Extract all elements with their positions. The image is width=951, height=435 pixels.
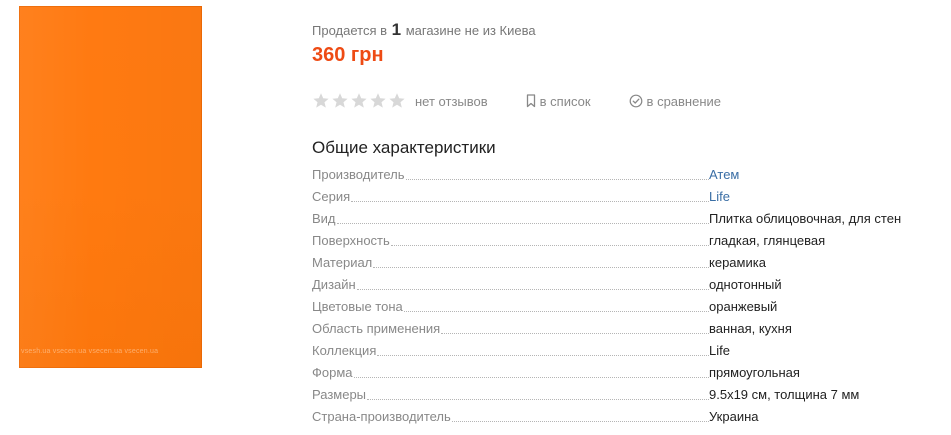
- spec-row: Страна-производитель Украина: [312, 404, 932, 426]
- spec-value: ванная, кухня: [709, 321, 792, 336]
- spec-row: Размеры 9.5х19 см, толщина 7 мм: [312, 382, 932, 404]
- spec-name: Производитель: [312, 167, 709, 183]
- spec-value: однотонный: [709, 277, 782, 292]
- spec-name: Размеры: [312, 387, 709, 403]
- spec-row: Дизайн однотонный: [312, 272, 932, 294]
- spec-value-link[interactable]: Life: [709, 189, 730, 205]
- spec-value: керамика: [709, 255, 766, 270]
- availability-line: Продается в 1 магазине не из Киева: [312, 20, 536, 40]
- availability-suffix: магазине не из Киева: [405, 23, 536, 38]
- spec-row: Коллекция Life: [312, 338, 932, 360]
- add-to-list-label: в список: [539, 93, 591, 109]
- spec-value: гладкая, глянцевая: [709, 233, 826, 248]
- spec-leader-dots: [356, 288, 709, 290]
- spec-label: Цветовые тона: [312, 299, 403, 314]
- add-to-compare-label: в сравнение: [646, 93, 722, 109]
- product-price: 360 грн: [312, 44, 384, 66]
- spec-value: 9.5х19 см, толщина 7 мм: [709, 387, 860, 402]
- spec-value: Украина: [709, 409, 759, 424]
- image-watermark: vsesh.ua vsecen.ua vsecen.ua vsecen.ua: [21, 348, 159, 355]
- spec-row: Форма прямоугольная: [312, 360, 932, 382]
- spec-value: прямоугольная: [709, 365, 800, 380]
- spec-row: Материал керамика: [312, 250, 932, 272]
- spec-name: Форма: [312, 365, 709, 381]
- availability-count[interactable]: 1: [392, 20, 401, 39]
- product-actions: нет отзывов в список в сравнение: [312, 91, 721, 111]
- spec-leader-dots: [451, 420, 709, 422]
- spec-label: Форма: [312, 365, 353, 380]
- star-icon[interactable]: [331, 92, 349, 110]
- spec-row: Цветовые тона оранжевый: [312, 294, 932, 316]
- add-to-list-button[interactable]: в список: [526, 94, 591, 109]
- spec-leader-dots: [403, 310, 709, 312]
- spec-label: Материал: [312, 255, 373, 270]
- spec-leader-dots: [351, 200, 709, 202]
- spec-label: Коллекция: [312, 343, 377, 358]
- spec-name: Область применения: [312, 321, 709, 337]
- star-icon[interactable]: [388, 92, 406, 110]
- product-image[interactable]: vsesh.ua vsecen.ua vsecen.ua vsecen.ua: [19, 6, 202, 368]
- spec-leader-dots: [390, 244, 709, 246]
- spec-name: Цветовые тона: [312, 299, 709, 315]
- reviews-link[interactable]: нет отзывов: [415, 94, 488, 109]
- rating-stars[interactable]: [312, 92, 407, 110]
- spec-leader-dots: [367, 398, 709, 400]
- product-image-shine: [19, 6, 202, 368]
- spec-row: Производитель Атем: [312, 162, 932, 184]
- spec-name: Материал: [312, 255, 709, 271]
- spec-label: Серия: [312, 189, 351, 204]
- spec-row: Вид Плитка облицовочная, для стен: [312, 206, 932, 228]
- star-icon[interactable]: [350, 92, 368, 110]
- spec-row: Поверхность гладкая, глянцевая: [312, 228, 932, 250]
- spec-label: Дизайн: [312, 277, 356, 292]
- check-circle-icon: [629, 94, 643, 108]
- spec-label: Область применения: [312, 321, 441, 336]
- spec-row: Серия Life: [312, 184, 932, 206]
- spec-name: Дизайн: [312, 277, 709, 293]
- spec-name: Поверхность: [312, 233, 709, 249]
- add-to-compare-button[interactable]: в сравнение: [629, 94, 721, 109]
- spec-label: Страна-производитель: [312, 409, 451, 424]
- spec-leader-dots: [405, 178, 709, 180]
- spec-leader-dots: [336, 222, 709, 224]
- spec-value: оранжевый: [709, 299, 778, 314]
- spec-label: Вид: [312, 211, 336, 226]
- spec-leader-dots: [373, 266, 709, 268]
- spec-label: Размеры: [312, 387, 367, 402]
- availability-prefix: Продается в: [312, 23, 387, 38]
- spec-row: Область применения ванная, кухня: [312, 316, 932, 338]
- star-icon[interactable]: [369, 92, 387, 110]
- star-icon[interactable]: [312, 92, 330, 110]
- spec-label: Поверхность: [312, 233, 390, 248]
- spec-leader-dots: [353, 376, 709, 378]
- bookmark-icon: [526, 94, 536, 108]
- spec-value-link[interactable]: Атем: [709, 167, 739, 183]
- spec-name: Коллекция: [312, 343, 709, 359]
- spec-value: Life: [709, 343, 730, 358]
- spec-name: Серия: [312, 189, 709, 205]
- spec-value: Плитка облицовочная, для стен: [709, 211, 902, 226]
- specs-table: Производитель Атем Серия Life Вид Плитка обли…: [312, 162, 932, 426]
- spec-name: Страна-производитель: [312, 409, 709, 425]
- specs-title: Общие характеристики: [312, 138, 496, 157]
- spec-label: Производитель: [312, 167, 405, 182]
- spec-leader-dots: [441, 332, 709, 334]
- spec-name: Вид: [312, 211, 709, 227]
- spec-leader-dots: [377, 354, 709, 356]
